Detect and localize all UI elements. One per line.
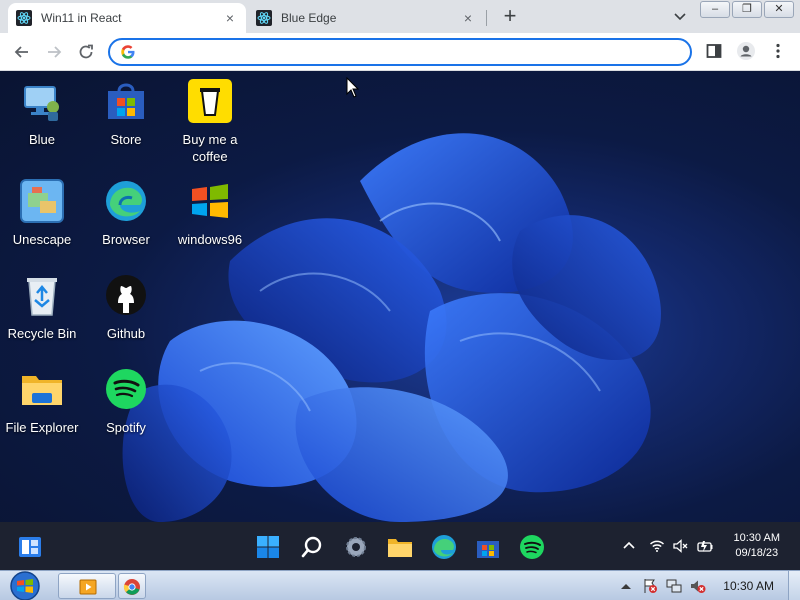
network-icon[interactable] <box>666 578 682 594</box>
desktop[interactable]: Blue Unescape Recycle Bin File Explorer <box>0 71 800 522</box>
media-player-icon <box>79 579 97 595</box>
taskbar-clock[interactable]: 10:30 AM 09/18/23 <box>734 531 780 561</box>
forward-icon[interactable] <box>44 42 64 62</box>
edge-icon[interactable] <box>431 534 457 560</box>
profile-avatar-icon[interactable] <box>736 41 756 61</box>
clock-time: 10:30 AM <box>733 532 780 544</box>
win11-taskbar: 10:30 AM 09/18/23 <box>0 522 800 570</box>
react-favicon-icon <box>16 10 32 26</box>
google-icon <box>121 45 135 59</box>
spotify-icon[interactable] <box>519 534 545 560</box>
battery-icon[interactable] <box>697 538 713 554</box>
tab-title: Blue Edge <box>281 11 337 25</box>
windows-start-orb-icon[interactable] <box>6 571 44 600</box>
github-icon <box>106 275 146 315</box>
back-icon[interactable] <box>12 42 32 62</box>
chevron-down-icon[interactable] <box>672 8 688 24</box>
reload-icon[interactable] <box>76 42 96 62</box>
host-clock[interactable]: 10:30 AM <box>723 579 774 593</box>
edge-browser-icon <box>106 181 146 221</box>
tab-title: Win11 in React <box>41 11 122 25</box>
icon-label: Github <box>106 326 146 341</box>
desktop-icon-unescape[interactable]: Unescape <box>0 179 84 248</box>
window-controls: – ❐ ✕ <box>700 1 794 18</box>
wifi-icon[interactable] <box>649 538 665 554</box>
desktop-icon-spotify[interactable]: Spotify <box>84 367 168 436</box>
show-hidden-icon[interactable] <box>618 578 634 594</box>
store-icon[interactable] <box>475 534 501 560</box>
desktop-icon-blue[interactable]: Blue <box>0 79 84 148</box>
desktop-icon-browser[interactable]: Browser <box>84 179 168 248</box>
tab-divider <box>486 10 487 26</box>
desktop-icon-windows96[interactable]: windows96 <box>168 179 252 248</box>
desktop-icon-github[interactable]: Github <box>84 273 168 342</box>
new-tab-button[interactable]: + <box>498 5 522 29</box>
search-icon[interactable] <box>299 534 325 560</box>
icon-label: windows96 <box>177 232 243 247</box>
file-explorer-icon[interactable] <box>387 534 413 560</box>
mouse-pointer-icon <box>346 77 360 98</box>
computer-icon <box>24 86 59 121</box>
desktop-icon-file-explorer[interactable]: File Explorer <box>0 367 84 436</box>
action-center-icon[interactable] <box>642 578 658 594</box>
restore-button[interactable]: ❐ <box>732 1 762 18</box>
address-input[interactable] <box>144 43 674 61</box>
tab-close-icon[interactable]: × <box>222 10 238 26</box>
store-icon <box>108 83 144 119</box>
host-win7-taskbar: 10:30 AM <box>0 570 800 600</box>
windows96-icon <box>192 184 228 218</box>
widgets-icon[interactable] <box>17 534 43 560</box>
tab-win11-in-react[interactable]: Win11 in React × <box>8 3 246 33</box>
desktop-icon-store[interactable]: Store <box>84 79 168 148</box>
spotify-icon <box>106 369 146 409</box>
taskbar-media-player[interactable] <box>58 573 116 599</box>
unescape-icon <box>20 179 64 223</box>
icon-label: Buy me a coffee <box>182 132 238 164</box>
clock-date: 09/18/23 <box>735 547 779 559</box>
chevron-up-icon[interactable] <box>621 538 637 554</box>
browser-tab-strip: Win11 in React × Blue Edge × + – ❐ ✕ <box>0 0 800 33</box>
close-window-button[interactable]: ✕ <box>764 1 794 18</box>
address-bar[interactable] <box>108 38 692 66</box>
taskbar-chrome[interactable] <box>118 573 146 599</box>
folder-icon <box>22 376 62 405</box>
start-icon[interactable] <box>255 534 281 560</box>
icon-label: Store <box>110 132 142 147</box>
chrome-icon <box>123 579 140 595</box>
tab-close-icon[interactable]: × <box>460 10 476 26</box>
icon-label: Blue <box>28 132 56 147</box>
show-desktop-button[interactable] <box>788 571 800 600</box>
icon-label: Recycle Bin <box>7 326 77 341</box>
icon-label: File Explorer <box>5 420 79 435</box>
desktop-icon-recycle-bin[interactable]: Recycle Bin <box>0 273 84 342</box>
side-panel-icon[interactable] <box>704 41 724 61</box>
recycle-bin-icon <box>27 278 57 316</box>
volume-muted-icon[interactable] <box>673 538 689 554</box>
icon-label: Unescape <box>12 232 72 247</box>
desktop-icon-buy-me-a-coffee[interactable]: Buy me a coffee <box>168 79 252 165</box>
icon-label: Spotify <box>106 420 146 435</box>
kebab-menu-icon[interactable] <box>768 41 788 61</box>
settings-icon[interactable] <box>343 534 369 560</box>
volume-icon[interactable] <box>690 578 706 594</box>
tab-blue-edge[interactable]: Blue Edge × <box>248 3 484 33</box>
react-favicon-icon <box>256 10 272 26</box>
coffee-cup-icon <box>188 79 232 123</box>
minimize-button[interactable]: – <box>700 1 730 18</box>
browser-toolbar <box>0 33 800 71</box>
icon-label: Browser <box>102 232 150 247</box>
